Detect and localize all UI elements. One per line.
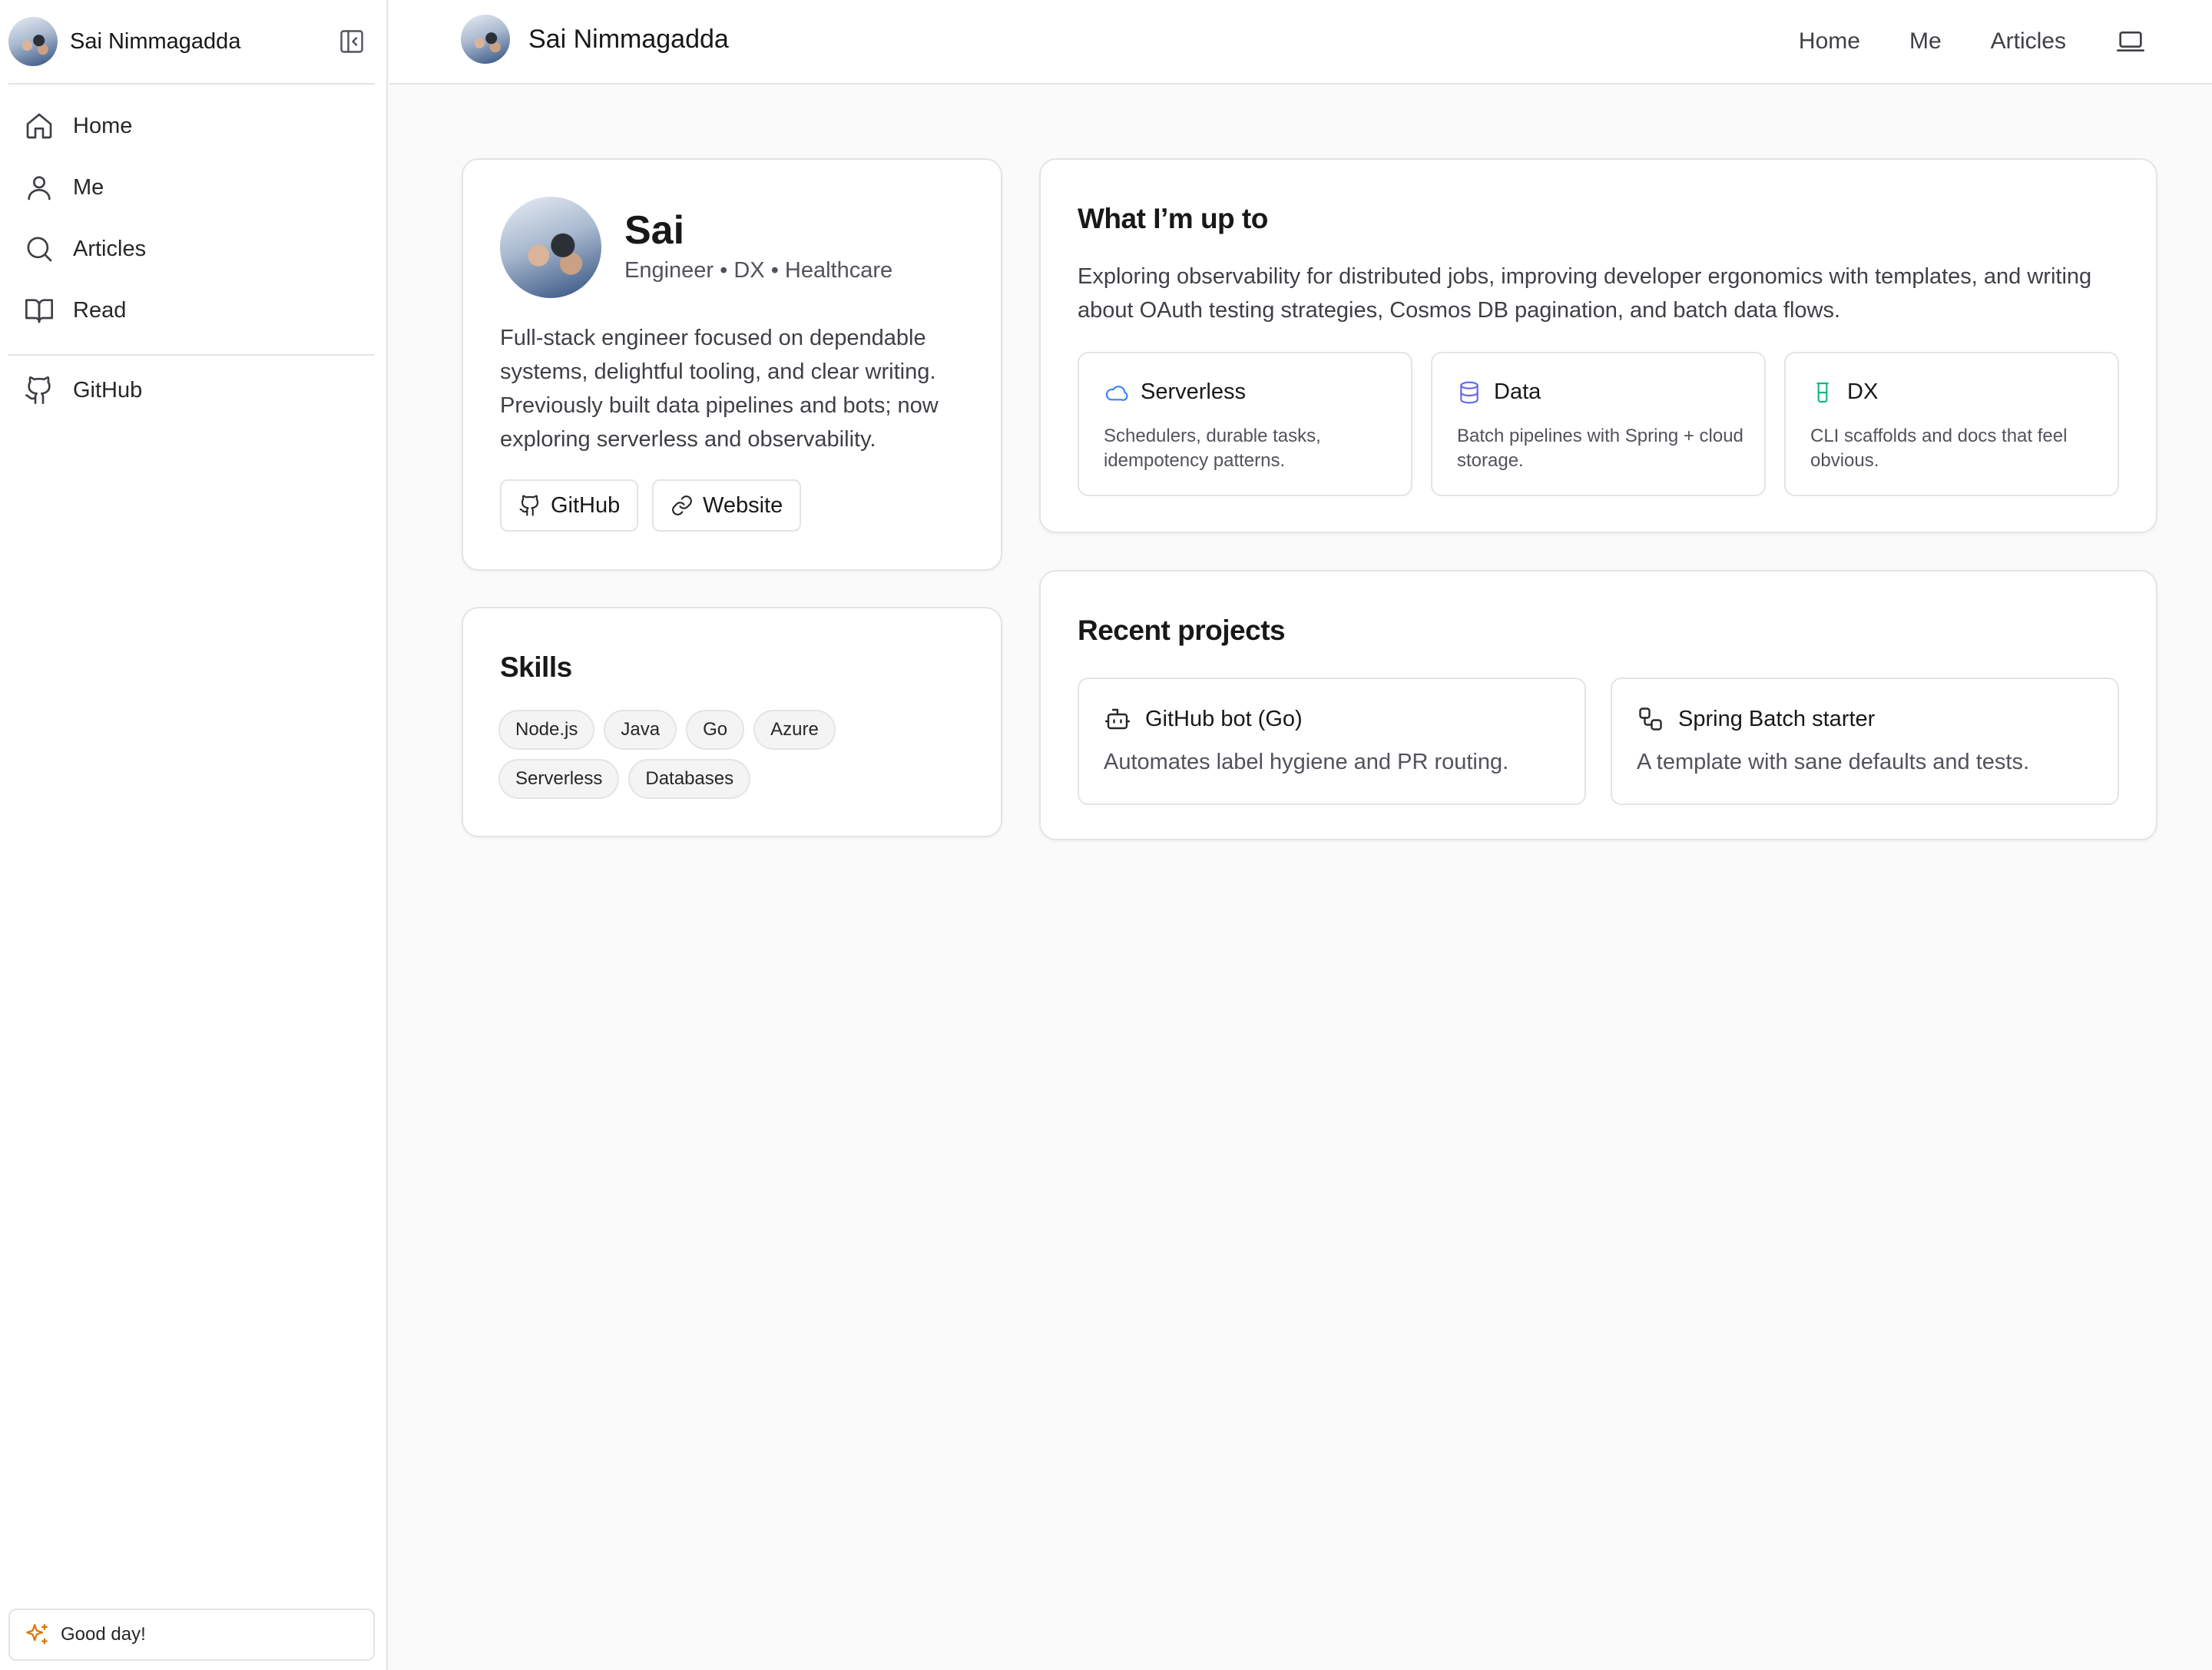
brand-title: Sai Nimmagadda — [528, 24, 729, 54]
focus-card-desc: Batch pipelines with Spring + cloud stor… — [1457, 426, 1743, 471]
skill-chip: Serverless — [498, 759, 620, 799]
top-bar: Sai Nimmagadda Home Me Articles — [389, 0, 2212, 84]
what-im-up-to-card: What I’m up to Exploring observability f… — [1039, 158, 2157, 533]
profile-bio: Full-stack engineer focused on dependabl… — [500, 326, 939, 452]
website-button[interactable]: Website — [652, 479, 802, 532]
projects-title: Recent projects — [1078, 615, 1286, 646]
search-icon — [24, 234, 55, 264]
bot-icon — [1104, 705, 1131, 733]
avatar — [461, 15, 510, 64]
github-icon — [518, 494, 541, 517]
cloud-icon — [1104, 380, 1128, 405]
profile-avatar — [500, 197, 601, 298]
greeting-footer[interactable]: Good day! — [8, 1609, 375, 1661]
focus-card-title: Serverless — [1141, 379, 1246, 404]
profile-role: Engineer • DX • Healthcare — [624, 258, 893, 283]
skills-card: Skills Node.js Java Go Azure Serverless … — [462, 607, 1002, 837]
sidebar-nav: Home Me Articles Read — [8, 95, 375, 341]
skills-title: Skills — [500, 651, 572, 683]
sidebar-item-github[interactable]: GitHub — [8, 360, 375, 421]
home-icon — [24, 111, 55, 141]
sidebar-item-label: Read — [73, 297, 127, 323]
profile-name: Sai — [624, 208, 685, 253]
sidebar-item-articles[interactable]: Articles — [8, 218, 375, 280]
project-desc: Automates label hygiene and PR routing. — [1104, 750, 1509, 774]
skills-list: Node.js Java Go Azure Serverless Databas… — [498, 710, 975, 808]
top-nav: Home Me Articles — [1799, 0, 2212, 83]
focus-card-dx: DX CLI scaffolds and docs that feel obvi… — [1784, 352, 2119, 496]
skill-chip: Go — [686, 710, 745, 750]
github-icon — [24, 375, 55, 406]
sidebar-item-read[interactable]: Read — [8, 280, 375, 341]
database-icon — [1457, 380, 1482, 405]
project-title: GitHub bot (Go) — [1145, 706, 1303, 731]
focus-card-serverless: Serverless Schedulers, durable tasks, id… — [1078, 352, 1412, 496]
github-button-label: GitHub — [551, 492, 621, 518]
beaker-icon — [1810, 380, 1835, 405]
focus-card-data: Data Batch pipelines with Spring + cloud… — [1431, 352, 1766, 496]
recent-projects-card: Recent projects GitHub bot (Go) Automate… — [1039, 570, 2157, 840]
website-button-label: Website — [703, 492, 783, 518]
sidebar-item-me[interactable]: Me — [8, 157, 375, 218]
skill-chip: Azure — [753, 710, 836, 750]
project-card-github-bot[interactable]: GitHub bot (Go) Automates label hygiene … — [1078, 678, 1586, 805]
sidebar-github-section: GitHub — [8, 360, 375, 421]
skill-chip: Node.js — [498, 710, 595, 750]
upto-title: What I’m up to — [1078, 203, 1268, 234]
project-desc: A template with sane defaults and tests. — [1637, 750, 2030, 774]
sparkles-icon — [24, 1622, 50, 1648]
sidebar-item-home[interactable]: Home — [8, 95, 375, 157]
github-button[interactable]: GitHub — [500, 479, 639, 532]
sidebar-divider — [8, 354, 375, 356]
sidebar-title: Sai Nimmagadda — [70, 28, 241, 54]
sidebar: Sai Nimmagadda Home Me Articles Read Git… — [0, 0, 388, 1670]
avatar[interactable] — [8, 17, 58, 66]
user-icon — [24, 172, 55, 203]
greeting-text: Good day! — [61, 1624, 146, 1645]
top-nav-articles[interactable]: Articles — [1991, 28, 2066, 55]
workflow-icon — [1637, 705, 1664, 733]
link-icon — [671, 494, 694, 517]
profile-card: Sai Engineer • DX • Healthcare Full-stac… — [462, 158, 1002, 571]
project-card-spring-batch[interactable]: Spring Batch starter A template with san… — [1611, 678, 2119, 805]
focus-card-title: DX — [1847, 379, 1879, 404]
focus-card-title: Data — [1494, 379, 1541, 404]
project-title: Spring Batch starter — [1678, 706, 1876, 731]
focus-card-desc: Schedulers, durable tasks, idempotency p… — [1104, 426, 1321, 471]
sidebar-header: Sai Nimmagadda — [8, 0, 375, 84]
sidebar-item-label: GitHub — [73, 377, 143, 403]
focus-card-desc: CLI scaffolds and docs that feel obvious… — [1810, 426, 2068, 471]
sidebar-collapse-icon[interactable] — [338, 28, 366, 55]
laptop-icon[interactable] — [2115, 26, 2146, 57]
skill-chip: Java — [604, 710, 677, 750]
top-nav-home[interactable]: Home — [1799, 28, 1860, 55]
upto-description: Exploring observability for distributed … — [1078, 264, 2092, 323]
sidebar-item-label: Home — [73, 113, 133, 138]
book-open-icon — [24, 295, 55, 326]
brand[interactable]: Sai Nimmagadda — [461, 15, 729, 64]
skill-chip: Databases — [628, 759, 751, 799]
top-nav-me[interactable]: Me — [1909, 28, 1942, 55]
sidebar-item-label: Me — [73, 174, 104, 200]
sidebar-item-label: Articles — [73, 236, 147, 261]
